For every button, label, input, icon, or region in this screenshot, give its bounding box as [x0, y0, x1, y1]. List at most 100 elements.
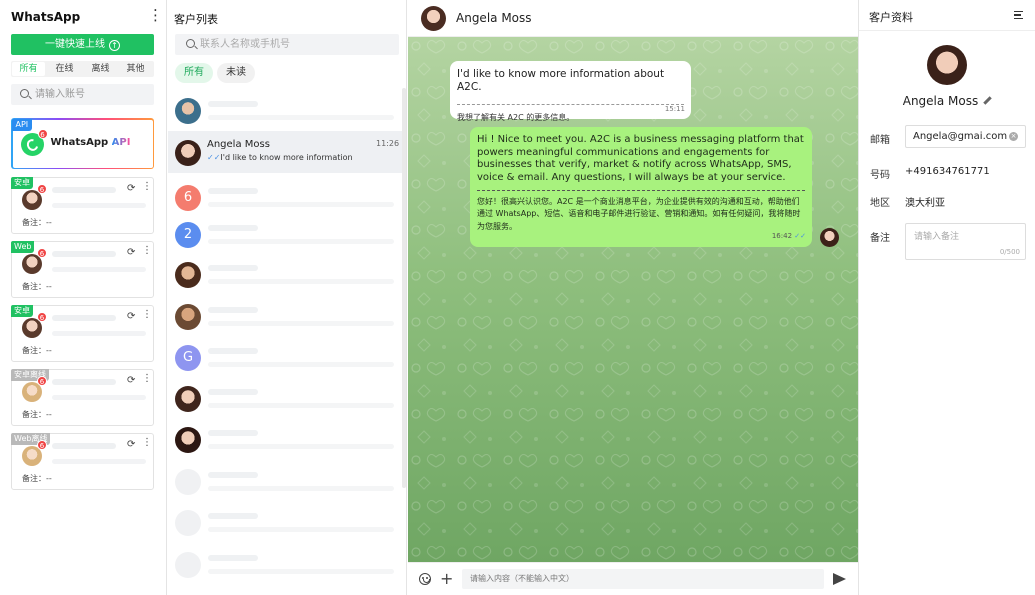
- list-item[interactable]: 6: [168, 176, 402, 218]
- api-tag: API: [11, 118, 33, 131]
- search-icon: [186, 39, 195, 48]
- filter-unread-chip[interactable]: 未读: [217, 63, 255, 83]
- emoji-icon[interactable]: [419, 573, 431, 585]
- profile-panel: 客户资料 Angela Moss 邮箱 Angela@gmai.com × 号码 …: [858, 0, 1035, 595]
- email-field[interactable]: Angela@gmai.com ×: [905, 125, 1026, 148]
- list-item[interactable]: [168, 295, 402, 337]
- refresh-icon[interactable]: ⟳: [127, 439, 135, 450]
- skeleton-line: [52, 315, 116, 321]
- refresh-icon[interactable]: ⟳: [127, 183, 135, 194]
- tab-offline[interactable]: 离线: [84, 62, 117, 76]
- customer-search-input[interactable]: 联系人名称或手机号: [175, 34, 399, 55]
- list-item-placeholder: [168, 460, 402, 502]
- more-vert-icon[interactable]: ⋮: [142, 310, 152, 320]
- region-value: 澳大利亚: [905, 198, 945, 209]
- list-item[interactable]: [168, 418, 402, 460]
- api-account-card[interactable]: API 6 WhatsApp API: [11, 118, 154, 169]
- region-label: 地区: [870, 198, 890, 209]
- tab-online[interactable]: 在线: [48, 62, 81, 76]
- divider: [859, 30, 1035, 31]
- skeleton-line: [52, 395, 146, 400]
- customer-search-placeholder: 联系人名称或手机号: [200, 39, 290, 50]
- api-account-label: WhatsApp API: [51, 137, 131, 148]
- refresh-icon[interactable]: ⟳: [127, 375, 135, 386]
- more-vert-icon[interactable]: ⋮: [142, 246, 152, 256]
- account-search-input[interactable]: 请输入账号: [11, 84, 154, 105]
- api-label-accent: API: [111, 136, 131, 148]
- email-label: 邮箱: [870, 135, 890, 146]
- double-check-icon: ✓✓: [794, 232, 806, 240]
- profile-avatar: [927, 45, 967, 85]
- unread-badge: 6: [37, 248, 47, 258]
- list-item[interactable]: 2: [168, 213, 402, 255]
- account-note: 备注：--: [22, 410, 52, 419]
- message-time: 11:26: [376, 139, 400, 148]
- account-card[interactable]: 安卓离线 6 ⟳ ⋮ 备注：--: [11, 369, 154, 426]
- filter-all-chip[interactable]: 所有: [175, 63, 213, 83]
- list-item-selected[interactable]: Angela Moss 11:26 ✓✓I'd like to know mor…: [168, 131, 402, 173]
- avatar: [175, 427, 201, 453]
- list-item-placeholder: [168, 501, 402, 543]
- note-placeholder: 请输入备注: [914, 232, 960, 242]
- message-text: Hi ! Nice to meet you. A2C is a business…: [477, 134, 804, 184]
- double-check-icon: ✓✓: [207, 153, 221, 162]
- clear-icon[interactable]: ×: [1009, 132, 1018, 141]
- account-search-placeholder: 请输入账号: [35, 89, 85, 100]
- message-time: 16:42: [771, 232, 793, 240]
- note-char-count: 0/500: [999, 248, 1020, 256]
- phone-label: 号码: [870, 170, 890, 181]
- refresh-icon[interactable]: ⟳: [127, 311, 135, 322]
- edit-pencil-icon[interactable]: [983, 96, 992, 105]
- avatar: [175, 304, 201, 330]
- letter-avatar: 2: [175, 222, 201, 248]
- account-note: 备注：--: [22, 346, 52, 355]
- avatar-placeholder: [175, 469, 201, 495]
- note-textarea[interactable]: 请输入备注 0/500: [905, 223, 1026, 260]
- more-vert-icon[interactable]: ⋮: [148, 8, 163, 23]
- customer-list-title: 客户列表: [174, 13, 218, 26]
- tab-all[interactable]: 所有: [12, 62, 45, 76]
- list-item[interactable]: [168, 89, 402, 131]
- skeleton-line: [208, 486, 394, 491]
- message-text: I'd like to know more information about …: [457, 68, 665, 93]
- list-item[interactable]: G: [168, 336, 402, 378]
- more-vert-icon[interactable]: ⋮: [142, 182, 152, 192]
- list-item[interactable]: [168, 377, 402, 419]
- skeleton-line: [208, 307, 258, 313]
- account-card[interactable]: 安卓 6 ⟳ ⋮ 备注：--: [11, 305, 154, 362]
- accounts-panel: WhatsApp ⋮ 一键快速上线 ↑ 所有 在线 离线 其他 请输入账号 API…: [0, 0, 167, 595]
- chat-contact-name: Angela Moss: [456, 11, 532, 25]
- account-card[interactable]: 安卓 6 ⟳ ⋮ 备注：--: [11, 177, 154, 234]
- avatar: [175, 262, 201, 288]
- tab-other[interactable]: 其他: [119, 62, 152, 76]
- unread-badge: 6: [37, 184, 47, 194]
- contact-avatar[interactable]: [421, 6, 446, 31]
- list-item[interactable]: [168, 253, 402, 295]
- skeleton-line: [52, 187, 116, 193]
- profile-name-row: Angela Moss: [859, 94, 1035, 108]
- plus-icon[interactable]: +: [440, 569, 453, 588]
- account-card[interactable]: Web离线 6 ⟳ ⋮ 备注：--: [11, 433, 154, 490]
- chat-header: Angela Moss: [408, 0, 858, 37]
- quick-online-button[interactable]: 一键快速上线 ↑: [11, 34, 154, 55]
- account-card[interactable]: Web 6 ⟳ ⋮ 备注：--: [11, 241, 154, 298]
- more-vert-icon[interactable]: ⋮: [142, 374, 152, 384]
- account-type-tag: Web: [11, 241, 35, 253]
- message-input[interactable]: 请输入内容（不能输入中文）: [462, 569, 824, 589]
- contact-name: Angela Moss: [207, 139, 270, 150]
- more-vert-icon[interactable]: ⋮: [142, 438, 152, 448]
- incoming-message: I'd like to know more information about …: [450, 61, 691, 122]
- api-label-prefix: WhatsApp: [50, 136, 109, 148]
- skeleton-line: [52, 251, 116, 257]
- message-translation: 您好！很高兴认识您。A2C 是一个商业消息平台，为企业提供有效的沟通和互动，帮助…: [477, 189, 805, 234]
- refresh-icon[interactable]: ⟳: [127, 247, 135, 258]
- sender-avatar: [820, 228, 839, 247]
- list-scrollbar[interactable]: [402, 88, 406, 488]
- letter-avatar: 6: [175, 185, 201, 211]
- skeleton-line: [208, 389, 258, 395]
- send-icon[interactable]: [833, 573, 846, 585]
- skeleton-line: [52, 267, 146, 272]
- message-status: 16:42 ✓✓: [772, 230, 806, 243]
- menu-icon[interactable]: [1014, 11, 1023, 19]
- list-item-placeholder: [168, 543, 402, 585]
